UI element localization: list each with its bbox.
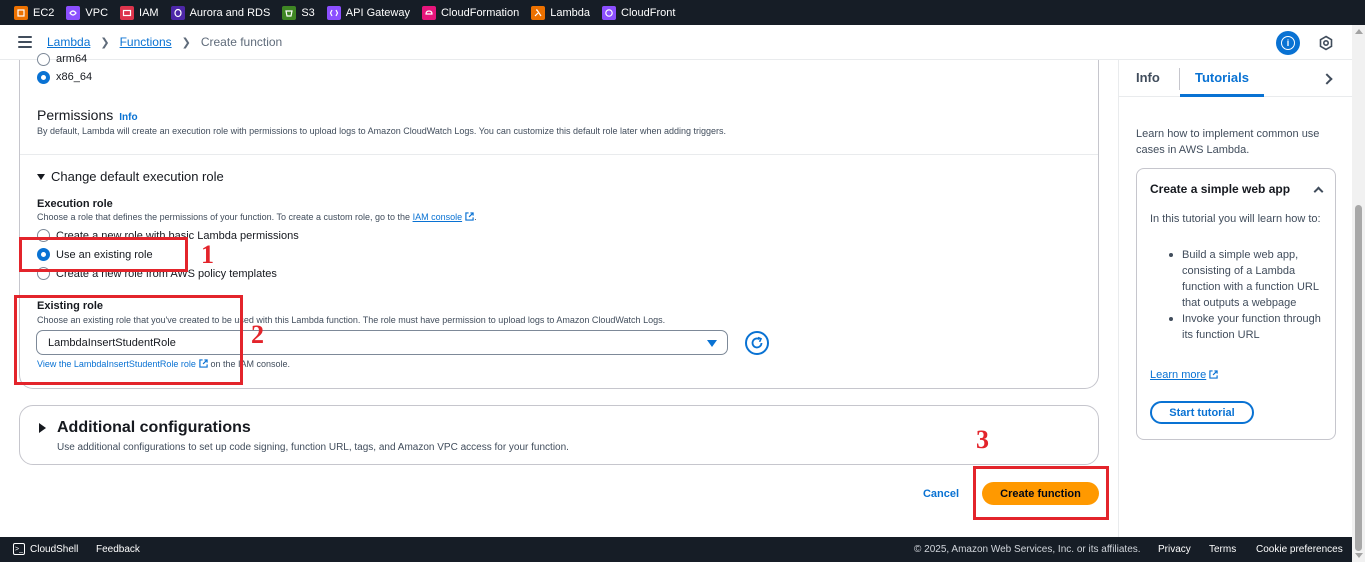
additional-configurations-expander[interactable]: Additional configurations: [39, 419, 251, 437]
annotation-box-3: [973, 466, 1109, 520]
additional-configurations-card: Additional configurations Use additional…: [19, 405, 1099, 465]
permissions-info-link[interactable]: Info: [119, 112, 137, 123]
bookmark-rds[interactable]: Aurora and RDS: [170, 5, 270, 20]
bookmarks-bar: EC2 VPC IAM Aurora and RDS S3 API Gatewa…: [0, 0, 1365, 25]
ec2-icon: [14, 5, 28, 20]
cancel-button[interactable]: Cancel: [914, 486, 968, 502]
breadcrumb-functions-link[interactable]: Functions: [120, 35, 172, 49]
annotation-number-3: 3: [976, 425, 989, 454]
tutorial-card: Create a simple web app In this tutorial…: [1136, 168, 1336, 440]
help-panel-tabs: Info Tutorials: [1119, 60, 1353, 97]
cloudformation-icon: [421, 5, 436, 20]
caret-down-icon: [707, 340, 717, 347]
annotation-number-1: 1: [201, 240, 214, 269]
bookmark-s3[interactable]: S3: [282, 5, 315, 20]
arch-arm64-radio[interactable]: [37, 53, 50, 66]
chevron-right-icon: ❯: [181, 36, 191, 49]
bookmark-lambda[interactable]: Lambda: [531, 5, 590, 20]
active-tab-indicator: [1180, 94, 1264, 97]
divider: [20, 154, 1098, 155]
bookmark-cloudfront[interactable]: CloudFront: [602, 5, 675, 20]
bookmark-vpc[interactable]: VPC: [66, 5, 108, 20]
permissions-description: By default, Lambda will create an execut…: [37, 126, 727, 136]
refresh-roles-button[interactable]: [745, 331, 769, 355]
scrollbar[interactable]: [1352, 25, 1365, 562]
menu-icon[interactable]: [18, 36, 32, 48]
breadcrumb-lambda-link[interactable]: Lambda: [47, 35, 90, 49]
rds-icon: [170, 5, 185, 20]
tutorials-intro: Learn how to implement common use cases …: [1136, 128, 1320, 156]
lambda-icon: [531, 5, 546, 20]
execution-role-description: Choose a role that defines the permissio…: [37, 212, 477, 222]
external-link-icon: [1209, 370, 1218, 379]
scrollbar-thumb[interactable]: [1355, 205, 1362, 551]
feedback-link[interactable]: Feedback: [96, 544, 140, 555]
annotation-box-2: [14, 295, 243, 385]
breadcrumb-current: Create function: [200, 35, 283, 49]
info-icon: i: [1281, 36, 1295, 50]
arch-x86-radio[interactable]: [37, 71, 50, 84]
bookmark-iam[interactable]: IAM: [120, 5, 159, 20]
info-panel-toggle[interactable]: i: [1276, 31, 1300, 55]
iam-console-link[interactable]: IAM console: [413, 212, 463, 222]
bookmark-ec2[interactable]: EC2: [14, 5, 54, 20]
iam-icon: [120, 5, 135, 20]
chevron-up-icon[interactable]: [1313, 186, 1324, 197]
start-tutorial-button[interactable]: Start tutorial: [1150, 401, 1254, 424]
tutorial-body: In this tutorial you will learn how to:: [1150, 213, 1321, 225]
annotation-box-1: [19, 237, 188, 272]
cloudfront-icon: [602, 5, 617, 20]
vpc-icon: [66, 5, 81, 20]
s3-icon: [282, 5, 297, 20]
tutorial-steps: Build a simple web app, consisting of a …: [1150, 247, 1328, 343]
breadcrumb: Lambda ❯ Functions ❯ Create function: [47, 35, 282, 49]
settings-hexagon-icon[interactable]: [1318, 35, 1334, 51]
additional-configurations-description: Use additional configurations to set up …: [57, 442, 569, 453]
tab-info[interactable]: Info: [1136, 70, 1160, 85]
tutorial-title: Create a simple web app: [1150, 182, 1291, 196]
list-item: Build a simple web app, consisting of a …: [1150, 247, 1328, 311]
bookmark-cloudformation[interactable]: CloudFormation: [421, 5, 519, 20]
console-footer: >_ CloudShell Feedback © 2025, Amazon We…: [0, 537, 1352, 562]
chevron-right-icon: ❯: [100, 36, 110, 49]
external-link-icon: [465, 212, 474, 221]
tab-separator: [1179, 68, 1180, 90]
change-execution-role-expander[interactable]: Change default execution role: [37, 169, 224, 184]
arch-x86-label: x86_64: [56, 71, 93, 83]
permissions-title: Permissions Info: [37, 107, 138, 123]
learn-more-link[interactable]: Learn more: [1150, 369, 1218, 381]
execution-role-label: Execution role: [37, 198, 113, 210]
chevron-right-icon[interactable]: [1321, 73, 1333, 85]
arch-arm64-label: arm64: [56, 53, 88, 65]
scroll-down-arrow-icon[interactable]: [1355, 553, 1363, 558]
caret-right-icon: [39, 423, 46, 433]
privacy-link[interactable]: Privacy: [1158, 544, 1191, 555]
api-gateway-icon: [326, 5, 341, 20]
cloudshell-button[interactable]: >_ CloudShell: [13, 543, 78, 555]
scroll-up-arrow-icon[interactable]: [1355, 29, 1363, 34]
refresh-icon: [751, 336, 763, 349]
terms-link[interactable]: Terms: [1209, 544, 1236, 555]
list-item: Invoke your function through its functio…: [1150, 311, 1328, 343]
cookie-preferences-link[interactable]: Cookie preferences: [1256, 544, 1343, 555]
terminal-icon: >_: [13, 543, 25, 555]
annotation-number-2: 2: [251, 320, 264, 349]
copyright-text: © 2025, Amazon Web Services, Inc. or its…: [914, 544, 1141, 555]
caret-down-icon: [37, 173, 45, 180]
tab-tutorials[interactable]: Tutorials: [1195, 70, 1249, 85]
breadcrumb-bar: Lambda ❯ Functions ❯ Create function i: [0, 25, 1352, 60]
bookmark-api-gateway[interactable]: API Gateway: [326, 5, 410, 20]
help-panel: Info Tutorials Learn how to implement co…: [1118, 60, 1353, 537]
